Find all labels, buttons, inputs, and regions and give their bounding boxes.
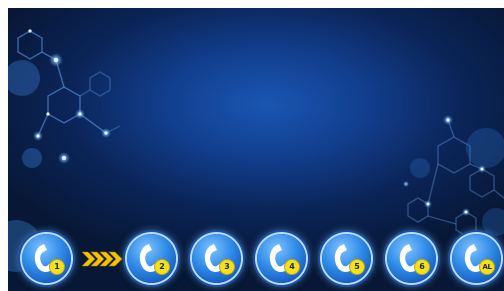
phone-handset-icon [204,244,225,273]
button-number-badge: 2 [154,259,170,275]
phone-handset-icon [399,244,420,273]
dialer-screen: 1 2 3 4 5 6 AL [8,8,504,291]
call-button-all[interactable]: AL [452,234,501,283]
call-button-6[interactable]: 6 [387,234,436,283]
phone-handset-icon [34,244,55,273]
call-button-2[interactable]: 2 [127,234,176,283]
call-button-1[interactable]: 1 [22,234,71,283]
button-number-badge: 4 [284,259,300,275]
call-button-3[interactable]: 3 [192,234,241,283]
button-number-badge: 1 [49,259,65,275]
button-number-badge: 5 [349,259,365,275]
phone-handset-icon [334,244,355,273]
button-number-badge: 6 [414,259,430,275]
button-number-badge: AL [479,259,495,275]
phone-handset-icon [269,244,290,273]
button-number-badge: 3 [219,259,235,275]
call-button-4[interactable]: 4 [257,234,306,283]
phone-handset-icon [139,244,160,273]
call-button-5[interactable]: 5 [322,234,371,283]
chevron-arrows-icon [82,251,123,267]
phone-handset-icon [464,244,485,273]
